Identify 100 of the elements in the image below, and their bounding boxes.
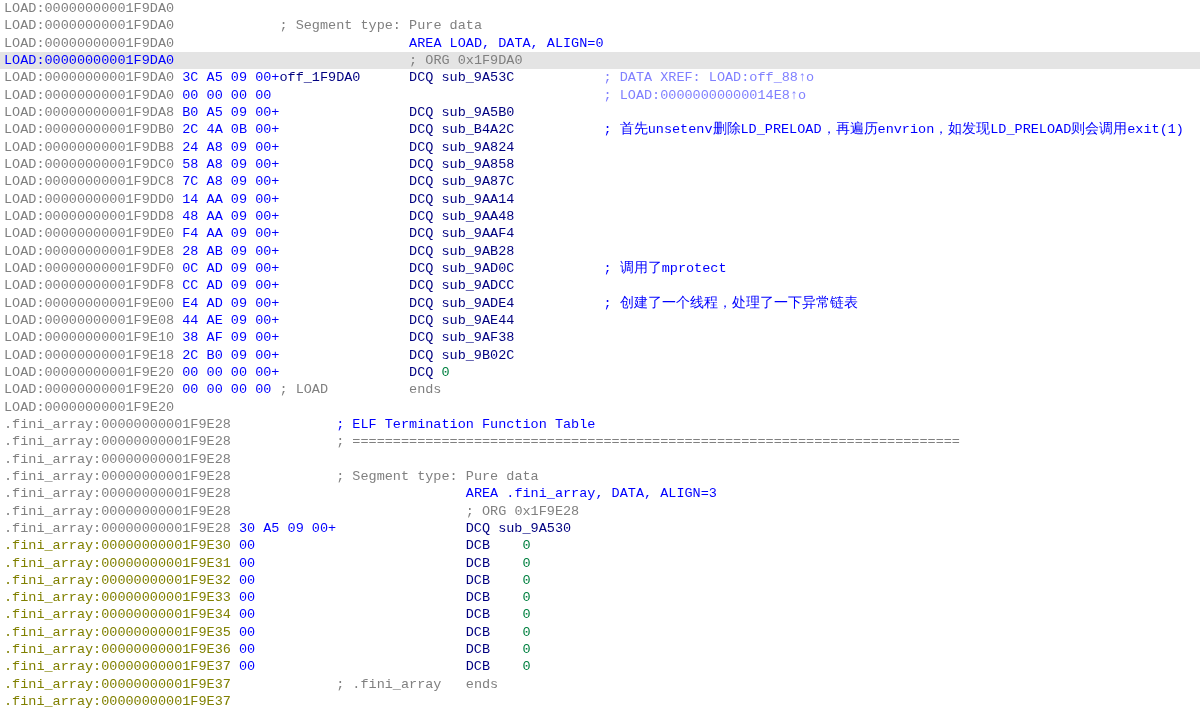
operand-text: sub_9ADCC xyxy=(441,277,515,295)
bytes-text: 2C 4A 0B 00+ xyxy=(182,121,280,139)
mnemonic-text: DCQ xyxy=(409,190,434,208)
mnemonic-text: DCQ xyxy=(409,242,434,260)
address-text: .fini_array:00000000001F9E28 xyxy=(4,519,231,538)
address-text: LOAD:00000000001F9DA0 xyxy=(4,34,175,52)
mnemonic-text: DCQ xyxy=(409,207,434,226)
mnemonic-text: DCQ xyxy=(409,294,434,312)
operand-text: sub_9A53C xyxy=(441,69,515,87)
bytes-text: 2C B0 09 00+ xyxy=(182,346,280,364)
comment-text: ; 创建了一个线程，处理了一下异常链表 xyxy=(603,294,858,312)
address-text: LOAD:00000000001F9DA8 xyxy=(4,103,175,122)
operand-text: sub_9A824 xyxy=(441,138,515,156)
bytes-text: 0C AD 09 00+ xyxy=(182,259,280,278)
address-text: LOAD:00000000001F9E20 xyxy=(4,363,175,382)
bytes-text: 00 00 00 00+ xyxy=(182,363,280,382)
address-text: .fini_array:00000000001F9E28 xyxy=(4,467,231,486)
comment-text: ; ELF Termination Function Table xyxy=(336,415,596,434)
address-text: LOAD:00000000001F9DB8 xyxy=(4,138,175,156)
address-text: LOAD:00000000001F9DD8 xyxy=(4,207,175,226)
address-text: LOAD:00000000001F9DA0 xyxy=(4,52,175,70)
address-text: LOAD:00000000001F9DA0 xyxy=(4,0,175,18)
bytes-text: 00 00 00 00 xyxy=(182,86,272,104)
operand-text: sub_9A530 xyxy=(498,519,572,538)
operand-text: 0 xyxy=(441,363,450,382)
comment-text: ; =========================================================================== xyxy=(336,433,960,451)
address-text: .fini_array:00000000001F9E28 xyxy=(4,415,231,434)
mnemonic-text: DCB xyxy=(465,537,491,555)
label-text: off_1F9DA0 xyxy=(279,69,361,87)
bytes-text: 44 AE 09 00+ xyxy=(182,311,280,330)
operand-text: 0 xyxy=(522,537,531,555)
comment-text: ; Segment type: Pure data xyxy=(336,467,539,486)
bytes-text: 58 A8 09 00+ xyxy=(182,155,280,174)
operand-text: sub_9A5B0 xyxy=(441,103,515,122)
mnemonic-text: DCQ xyxy=(409,173,434,191)
address-text: LOAD:00000000001F9DE0 xyxy=(4,225,175,243)
address-text: LOAD:00000000001F9E10 xyxy=(4,329,175,347)
bytes-text: 00 xyxy=(238,589,256,607)
directive-text: AREA .fini_array, DATA, ALIGN=3 xyxy=(465,485,717,503)
mnemonic-text: DCQ xyxy=(465,519,491,538)
address-text: LOAD:00000000001F9E20 xyxy=(4,398,175,416)
address-text: .fini_array:00000000001F9E32 xyxy=(4,571,231,590)
xref-comment: ; LOAD:00000000000014E8↑o xyxy=(603,86,807,104)
address-text: LOAD:00000000001F9DF0 xyxy=(4,259,175,278)
address-text: .fini_array:00000000001F9E37 xyxy=(4,658,231,676)
operand-text: sub_9AA14 xyxy=(441,190,515,208)
mnemonic-text: DCB xyxy=(465,589,491,607)
mnemonic-text: DCQ xyxy=(409,363,434,382)
bytes-text: 00 xyxy=(238,641,256,659)
xref-comment: ; DATA XREF: LOAD:off_88↑o xyxy=(603,69,815,87)
address-text: LOAD:00000000001F9E20 xyxy=(4,381,175,399)
mnemonic-text: DCQ xyxy=(409,346,434,364)
address-text: .fini_array:00000000001F9E28 xyxy=(4,450,231,468)
bytes-text: 24 A8 09 00+ xyxy=(182,138,280,156)
mnemonic-text: DCB xyxy=(465,641,491,659)
directive-text: ends xyxy=(465,675,499,694)
address-text: LOAD:00000000001F9E08 xyxy=(4,311,175,330)
mnemonic-text: DCQ xyxy=(409,155,434,174)
address-text: LOAD:00000000001F9E18 xyxy=(4,346,175,364)
bytes-text: F4 AA 09 00+ xyxy=(182,225,280,243)
operand-text: 0 xyxy=(522,623,531,642)
mnemonic-text: DCQ xyxy=(409,103,434,122)
operand-text: sub_9AA48 xyxy=(441,207,515,226)
operand-text: sub_9AD0C xyxy=(441,259,515,278)
address-text: .fini_array:00000000001F9E31 xyxy=(4,554,231,572)
comment-text: ; .fini_array xyxy=(336,675,442,694)
address-text: LOAD:00000000001F9DD0 xyxy=(4,190,175,208)
mnemonic-text: DCB xyxy=(465,623,491,642)
operand-text: sub_9A87C xyxy=(441,173,515,191)
directive-text: ends xyxy=(409,381,442,399)
address-text: .fini_array:00000000001F9E37 xyxy=(4,693,231,708)
operand-text: 0 xyxy=(522,571,531,590)
address-text: LOAD:00000000001F9DA0 xyxy=(4,17,175,35)
operand-text: sub_9AAF4 xyxy=(441,225,515,243)
bytes-text: CC AD 09 00+ xyxy=(182,277,280,295)
address-text: LOAD:00000000001F9DC8 xyxy=(4,173,175,191)
operand-text: sub_9ADE4 xyxy=(441,294,515,312)
operand-text: sub_9AF38 xyxy=(441,329,515,347)
address-text: LOAD:00000000001F9DB0 xyxy=(4,121,175,139)
mnemonic-text: DCB xyxy=(465,606,491,624)
mnemonic-text: DCQ xyxy=(409,329,434,347)
address-text: LOAD:00000000001F9E00 xyxy=(4,294,175,312)
comment-text: ; 首先unsetenv删除LD_PRELOAD，再遍历envrion，如发现LD_PRELOAD则会调用exit(1) xyxy=(603,121,1184,139)
address-text: .fini_array:00000000001F9E28 xyxy=(4,433,231,451)
directive-text: AREA LOAD, DATA, ALIGN=0 xyxy=(409,34,604,52)
operand-text: 0 xyxy=(522,554,531,572)
address-text: .fini_array:00000000001F9E33 xyxy=(4,589,231,607)
operand-text: sub_9A858 xyxy=(441,155,515,174)
mnemonic-text: DCQ xyxy=(409,277,434,295)
operand-text: 0 xyxy=(522,641,531,659)
bytes-text: 28 AB 09 00+ xyxy=(182,242,280,260)
mnemonic-text: DCQ xyxy=(409,121,434,139)
mnemonic-text: DCQ xyxy=(409,225,434,243)
mnemonic-text: DCB xyxy=(465,658,491,676)
bytes-text: 3C A5 09 00+ xyxy=(182,69,280,87)
address-text: .fini_array:00000000001F9E30 xyxy=(4,537,231,555)
address-text: .fini_array:00000000001F9E34 xyxy=(4,606,231,624)
mnemonic-text: DCB xyxy=(465,554,491,572)
bytes-text: 14 AA 09 00+ xyxy=(182,190,280,208)
address-text: LOAD:00000000001F9DC0 xyxy=(4,155,175,174)
